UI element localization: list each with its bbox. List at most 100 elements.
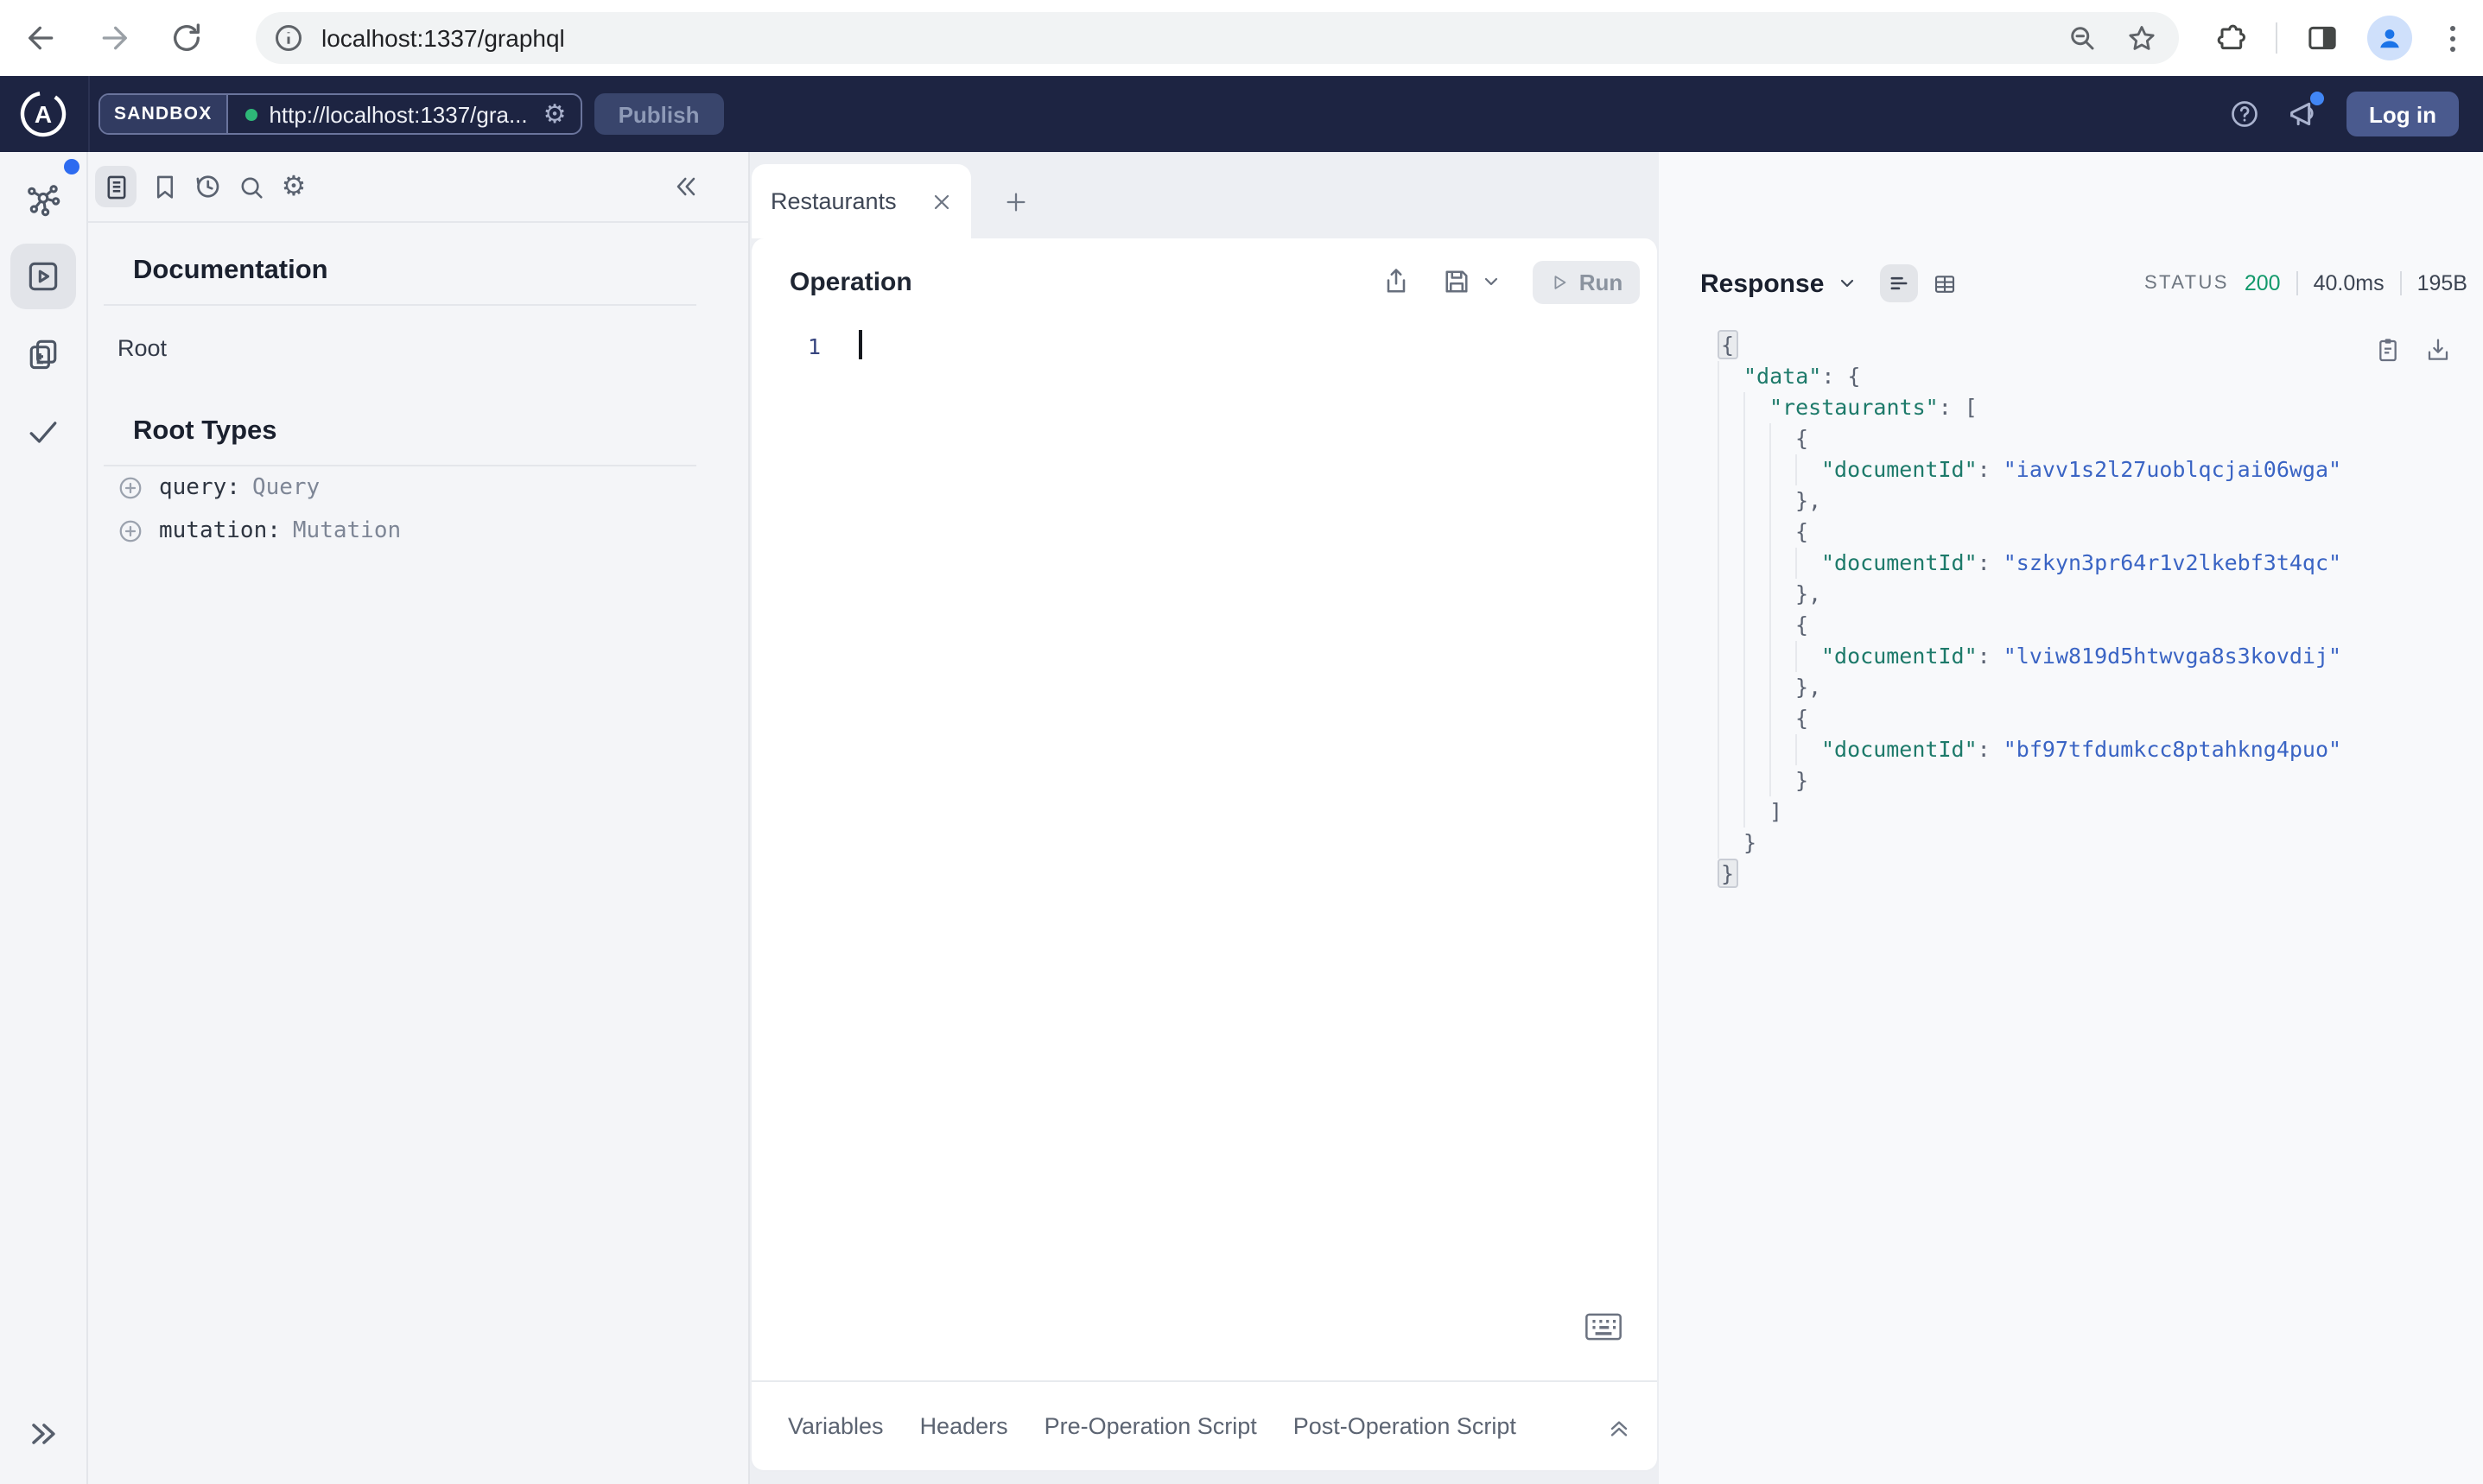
json-line: {	[1718, 330, 2483, 361]
operation-header: Operation Run	[752, 238, 1657, 325]
operation-footer: Variables Headers Pre-Operation Script P…	[752, 1380, 1657, 1470]
line-number: 1	[807, 333, 821, 358]
side-panel-icon[interactable]	[2305, 21, 2340, 55]
close-tab-icon[interactable]	[930, 189, 954, 213]
sandbox-header: A SANDBOX http://localhost:1337/gra... ⚙…	[0, 76, 2483, 152]
bookmark-star-icon[interactable]	[2125, 22, 2158, 54]
save-icon[interactable]	[1441, 266, 1472, 297]
root-type-mutation-row[interactable]: mutation: Mutation	[117, 510, 748, 553]
checks-icon[interactable]	[24, 413, 62, 451]
collapse-panel-icon[interactable]	[670, 171, 702, 202]
json-line: "documentId": "lviw819d5htwvga8s3kovdij"	[1718, 641, 2483, 672]
changelog-icon[interactable]	[24, 335, 62, 373]
documentation-tab-chip[interactable]	[95, 166, 137, 207]
tab-bar: Restaurants	[750, 152, 1659, 238]
operation-title: Operation	[790, 267, 912, 296]
lines-view-icon	[1889, 276, 1907, 290]
divider	[2399, 271, 2402, 295]
documentation-icon	[106, 174, 125, 199]
add-field-icon[interactable]	[117, 475, 143, 501]
notification-dot	[2310, 92, 2324, 105]
extensions-icon[interactable]	[2213, 21, 2248, 55]
type-link[interactable]: Mutation	[293, 518, 401, 544]
json-line: }	[1718, 828, 2483, 859]
forward-icon[interactable]	[97, 21, 131, 55]
raw-view-toggle[interactable]	[1879, 264, 1918, 302]
json-line: }	[1718, 859, 2483, 890]
docs-title: Documentation	[133, 256, 328, 285]
json-line: },	[1718, 485, 2483, 517]
url-text[interactable]: localhost:1337/graphql	[321, 24, 2067, 52]
login-button[interactable]: Log in	[2346, 92, 2459, 136]
json-line: "documentId": "iavv1s2l27uoblqcjai06wga"	[1718, 454, 2483, 485]
json-line: "data": {	[1718, 361, 2483, 392]
tab-variables[interactable]: Variables	[788, 1413, 884, 1439]
divider	[104, 304, 696, 306]
root-types-title: Root Types	[133, 416, 277, 446]
documentation-panel: ⚙ Documentation Root Root Types query: Q…	[88, 152, 750, 1484]
explorer-icon[interactable]	[24, 257, 62, 295]
response-json[interactable]: {"data": {"restaurants": [{"documentId":…	[1718, 330, 2483, 890]
root-type-query-row[interactable]: query: Query	[117, 466, 748, 510]
expand-strip-icon[interactable]	[24, 1415, 62, 1453]
run-button[interactable]: Run	[1533, 260, 1640, 303]
sandbox-badge: SANDBOX	[100, 95, 228, 133]
browser-toolbar: localhost:1337/graphql	[0, 0, 2483, 76]
json-line: },	[1718, 579, 2483, 610]
add-field-icon[interactable]	[117, 518, 143, 544]
header-separator	[88, 76, 90, 152]
divider	[2296, 271, 2298, 295]
endpoint-settings-icon[interactable]: ⚙	[543, 101, 567, 127]
back-icon[interactable]	[24, 21, 59, 55]
tab-post-operation-script[interactable]: Post-Operation Script	[1293, 1413, 1516, 1439]
address-bar[interactable]: localhost:1337/graphql	[256, 12, 2179, 64]
main-region: ⚙ Documentation Root Root Types query: Q…	[0, 152, 2483, 1484]
response-time: 40.0ms	[2313, 271, 2385, 295]
apollo-logo-icon[interactable]: A	[19, 90, 67, 138]
response-panel: Response STATUS 200 40.0ms 195B {"data"…	[1659, 152, 2483, 1484]
settings-gear-icon[interactable]: ⚙	[273, 166, 314, 207]
json-line: "documentId": "szkyn3pr64r1v2lkebf3t4qc"	[1718, 548, 2483, 579]
operation-column: Restaurants Operation Run 1 Variables He…	[750, 152, 1659, 1484]
tab-headers[interactable]: Headers	[920, 1413, 1008, 1439]
type-link[interactable]: Query	[252, 475, 320, 501]
table-view-icon	[1935, 275, 1955, 292]
schema-notification-dot	[64, 159, 79, 174]
save-menu-chevron-icon[interactable]	[1481, 271, 1502, 292]
search-icon[interactable]	[230, 166, 271, 207]
help-icon[interactable]	[2229, 98, 2260, 130]
browser-menu-icon[interactable]	[2440, 25, 2466, 51]
announcements-icon[interactable]	[2286, 92, 2324, 131]
publish-button[interactable]: Publish	[594, 93, 724, 135]
tab-pre-operation-script[interactable]: Pre-Operation Script	[1045, 1413, 1257, 1439]
zoom-out-icon[interactable]	[2067, 22, 2098, 54]
saved-operations-icon[interactable]	[143, 166, 185, 207]
toolbar-divider	[2276, 22, 2277, 54]
app-window: localhost:1337/graphql A SANDBOX http://…	[0, 0, 2483, 1484]
json-line: "documentId": "bf97tfdumkcc8ptahkng4puo"	[1718, 734, 2483, 765]
new-tab-icon[interactable]	[1002, 188, 1030, 216]
share-icon[interactable]	[1381, 266, 1412, 297]
status-label: STATUS	[2143, 273, 2229, 294]
endpoint-input[interactable]: http://localhost:1337/gra...	[269, 101, 527, 127]
keyboard-shortcuts-icon[interactable]	[1584, 1311, 1623, 1342]
response-title: Response	[1700, 269, 1825, 298]
json-line: {	[1718, 610, 2483, 641]
left-nav-strip	[0, 152, 88, 1484]
json-line: },	[1718, 672, 2483, 703]
json-line: {	[1718, 517, 2483, 548]
schema-graph-icon[interactable]	[24, 181, 62, 219]
table-view-toggle[interactable]	[1926, 264, 1964, 302]
json-line: "restaurants": [	[1718, 392, 2483, 423]
expand-footer-icon[interactable]	[1605, 1412, 1633, 1440]
tab-restaurants[interactable]: Restaurants	[752, 164, 971, 238]
site-info-icon[interactable]	[273, 22, 304, 54]
text-cursor	[859, 330, 861, 359]
operation-editor-card: Operation Run 1 Variables Headers Pre-Op…	[750, 238, 1659, 1472]
reload-icon[interactable]	[169, 21, 204, 55]
response-menu-chevron-icon[interactable]	[1836, 273, 1857, 294]
docs-root-link[interactable]: Root	[117, 335, 748, 361]
profile-avatar[interactable]	[2367, 16, 2412, 60]
response-header: Response STATUS 200 40.0ms 195B	[1700, 256, 2467, 311]
history-icon[interactable]	[187, 166, 228, 207]
